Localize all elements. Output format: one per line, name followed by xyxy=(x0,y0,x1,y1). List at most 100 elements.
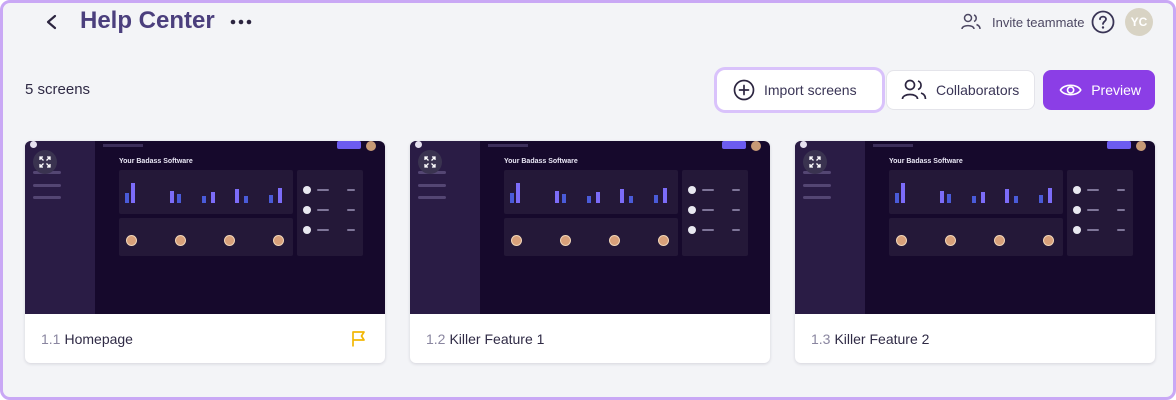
thumbnail-account-text xyxy=(1117,189,1125,191)
thumbnail-account-icon xyxy=(1073,206,1081,214)
thumbnail-chart-bar xyxy=(211,192,215,203)
thumbnail-action-button xyxy=(1107,141,1131,149)
expand-icon xyxy=(809,156,821,168)
plus-circle-icon xyxy=(733,79,755,101)
thumbnail-chart-bar xyxy=(620,189,624,203)
thumbnail-account-text xyxy=(317,229,329,231)
thumbnail-chart-bar xyxy=(1005,189,1009,203)
thumbnail-team-face xyxy=(1043,235,1054,246)
screen-card-footer: 1.3 Killer Feature 2 xyxy=(795,314,1155,363)
thumbnail-team-face xyxy=(273,235,284,246)
thumbnail-account-text xyxy=(702,229,714,231)
thumbnail-nav-item xyxy=(418,184,446,187)
thumbnail-account-icon xyxy=(1073,226,1081,234)
thumbnail-account-icon xyxy=(688,186,696,194)
user-avatar[interactable]: YC xyxy=(1125,8,1153,36)
thumbnail-chart-bar xyxy=(202,196,206,203)
screen-name[interactable]: Homepage xyxy=(64,331,133,347)
screen-card[interactable]: Your Badass Software 1.2 Killer Feature 1 xyxy=(410,141,770,363)
thumbnail-team-face xyxy=(609,235,620,246)
thumbnail-team-face xyxy=(511,235,522,246)
thumbnail-action-button xyxy=(722,141,746,149)
expand-button[interactable] xyxy=(33,150,57,174)
thumbnail-search xyxy=(873,144,913,147)
thumbnail-chart-bar xyxy=(1048,188,1052,203)
page-title: Help Center xyxy=(80,7,215,34)
screen-count: 5 screens xyxy=(25,81,91,98)
app-frame: Help Center Invite teammate YC 5 screens xyxy=(0,0,1176,400)
screen-number: 1.1 xyxy=(41,330,61,347)
collaborators-button[interactable]: Collaborators xyxy=(886,70,1035,110)
back-button[interactable] xyxy=(41,9,63,35)
thumbnail-account-text xyxy=(1087,189,1099,191)
thumbnail-chart-bar xyxy=(654,195,658,203)
invite-teammate-button[interactable]: Invite teammate xyxy=(961,9,1085,35)
thumbnail-account-text xyxy=(317,189,329,191)
more-dots-icon xyxy=(230,19,252,25)
thumbnail-nav-item xyxy=(418,196,446,199)
top-bar: Help Center Invite teammate YC xyxy=(3,3,1173,43)
screen-card-footer: 1.1 Homepage xyxy=(25,314,385,363)
thumbnail-team-face xyxy=(126,235,137,246)
thumbnail-search xyxy=(103,144,143,147)
thumbnail-team-panel xyxy=(504,218,678,256)
eye-icon xyxy=(1059,84,1082,96)
thumbnail-chart-bar xyxy=(269,195,273,203)
screen-card-footer: 1.2 Killer Feature 1 xyxy=(410,314,770,363)
thumbnail-account-text xyxy=(1087,229,1099,231)
expand-icon xyxy=(39,156,51,168)
preview-button[interactable]: Preview xyxy=(1043,70,1155,110)
thumbnail-nav-item xyxy=(803,196,831,199)
thumbnail-account-text xyxy=(347,189,355,191)
screen-thumbnail[interactable]: Your Badass Software xyxy=(795,141,1155,314)
chevron-left-icon xyxy=(46,14,57,30)
thumbnail-team-panel xyxy=(119,218,293,256)
thumbnail-chart-bar xyxy=(901,183,905,203)
thumbnail-nav-item xyxy=(803,184,831,187)
screen-thumbnail[interactable]: Your Badass Software xyxy=(25,141,385,314)
thumbnail-avatar xyxy=(1136,141,1146,151)
expand-icon xyxy=(424,156,436,168)
thumbnail-chart-bar xyxy=(131,183,135,203)
thumbnail-account-text xyxy=(732,189,740,191)
thumbnail-account-text xyxy=(347,209,355,211)
screen-card[interactable]: Your Badass Software 1.3 Killer Feature 2 xyxy=(795,141,1155,363)
thumbnail-avatar xyxy=(751,141,761,151)
thumbnail-chart-bar xyxy=(940,191,944,203)
thumbnail-account-text xyxy=(1117,229,1125,231)
thumbnail-chart-bar xyxy=(510,193,514,203)
thumbnail-pipeline-panel xyxy=(889,170,1063,214)
thumbnail-chart-bar xyxy=(125,193,129,203)
invite-teammate-label: Invite teammate xyxy=(992,14,1085,30)
expand-button[interactable] xyxy=(418,150,442,174)
thumbnail-team-face xyxy=(945,235,956,246)
expand-button[interactable] xyxy=(803,150,827,174)
thumbnail-account-text xyxy=(702,209,714,211)
more-options-button[interactable] xyxy=(228,9,254,35)
thumbnail-search xyxy=(488,144,528,147)
thumbnail-chart-bar xyxy=(1014,196,1018,203)
import-screens-button[interactable]: Import screens xyxy=(717,70,882,110)
thumbnail-team-face xyxy=(994,235,1005,246)
flag-icon[interactable] xyxy=(350,330,368,348)
thumbnail-nav-item xyxy=(33,196,61,199)
thumbnail-chart-bar xyxy=(1039,195,1043,203)
screen-name[interactable]: Killer Feature 1 xyxy=(449,331,544,347)
thumbnail-account-text xyxy=(732,209,740,211)
thumbnail-account-text xyxy=(317,209,329,211)
screen-number: 1.3 xyxy=(811,330,831,347)
screen-thumbnail[interactable]: Your Badass Software xyxy=(410,141,770,314)
thumbnail-logo xyxy=(800,141,807,148)
thumbnail-chart-bar xyxy=(629,196,633,203)
thumbnail-chart-bar xyxy=(170,191,174,203)
thumbnail-account-text xyxy=(347,229,355,231)
thumbnail-account-text xyxy=(702,189,714,191)
screen-name[interactable]: Killer Feature 2 xyxy=(834,331,929,347)
screen-card[interactable]: Your Badass Software 1.1 Homepage xyxy=(25,141,385,363)
import-screens-label: Import screens xyxy=(764,82,857,98)
thumbnail-account-icon xyxy=(688,206,696,214)
help-icon[interactable] xyxy=(1091,10,1115,34)
thumbnail-chart-bar xyxy=(972,196,976,203)
thumbnail-logo xyxy=(415,141,422,148)
thumbnail-chart-bar xyxy=(555,191,559,203)
